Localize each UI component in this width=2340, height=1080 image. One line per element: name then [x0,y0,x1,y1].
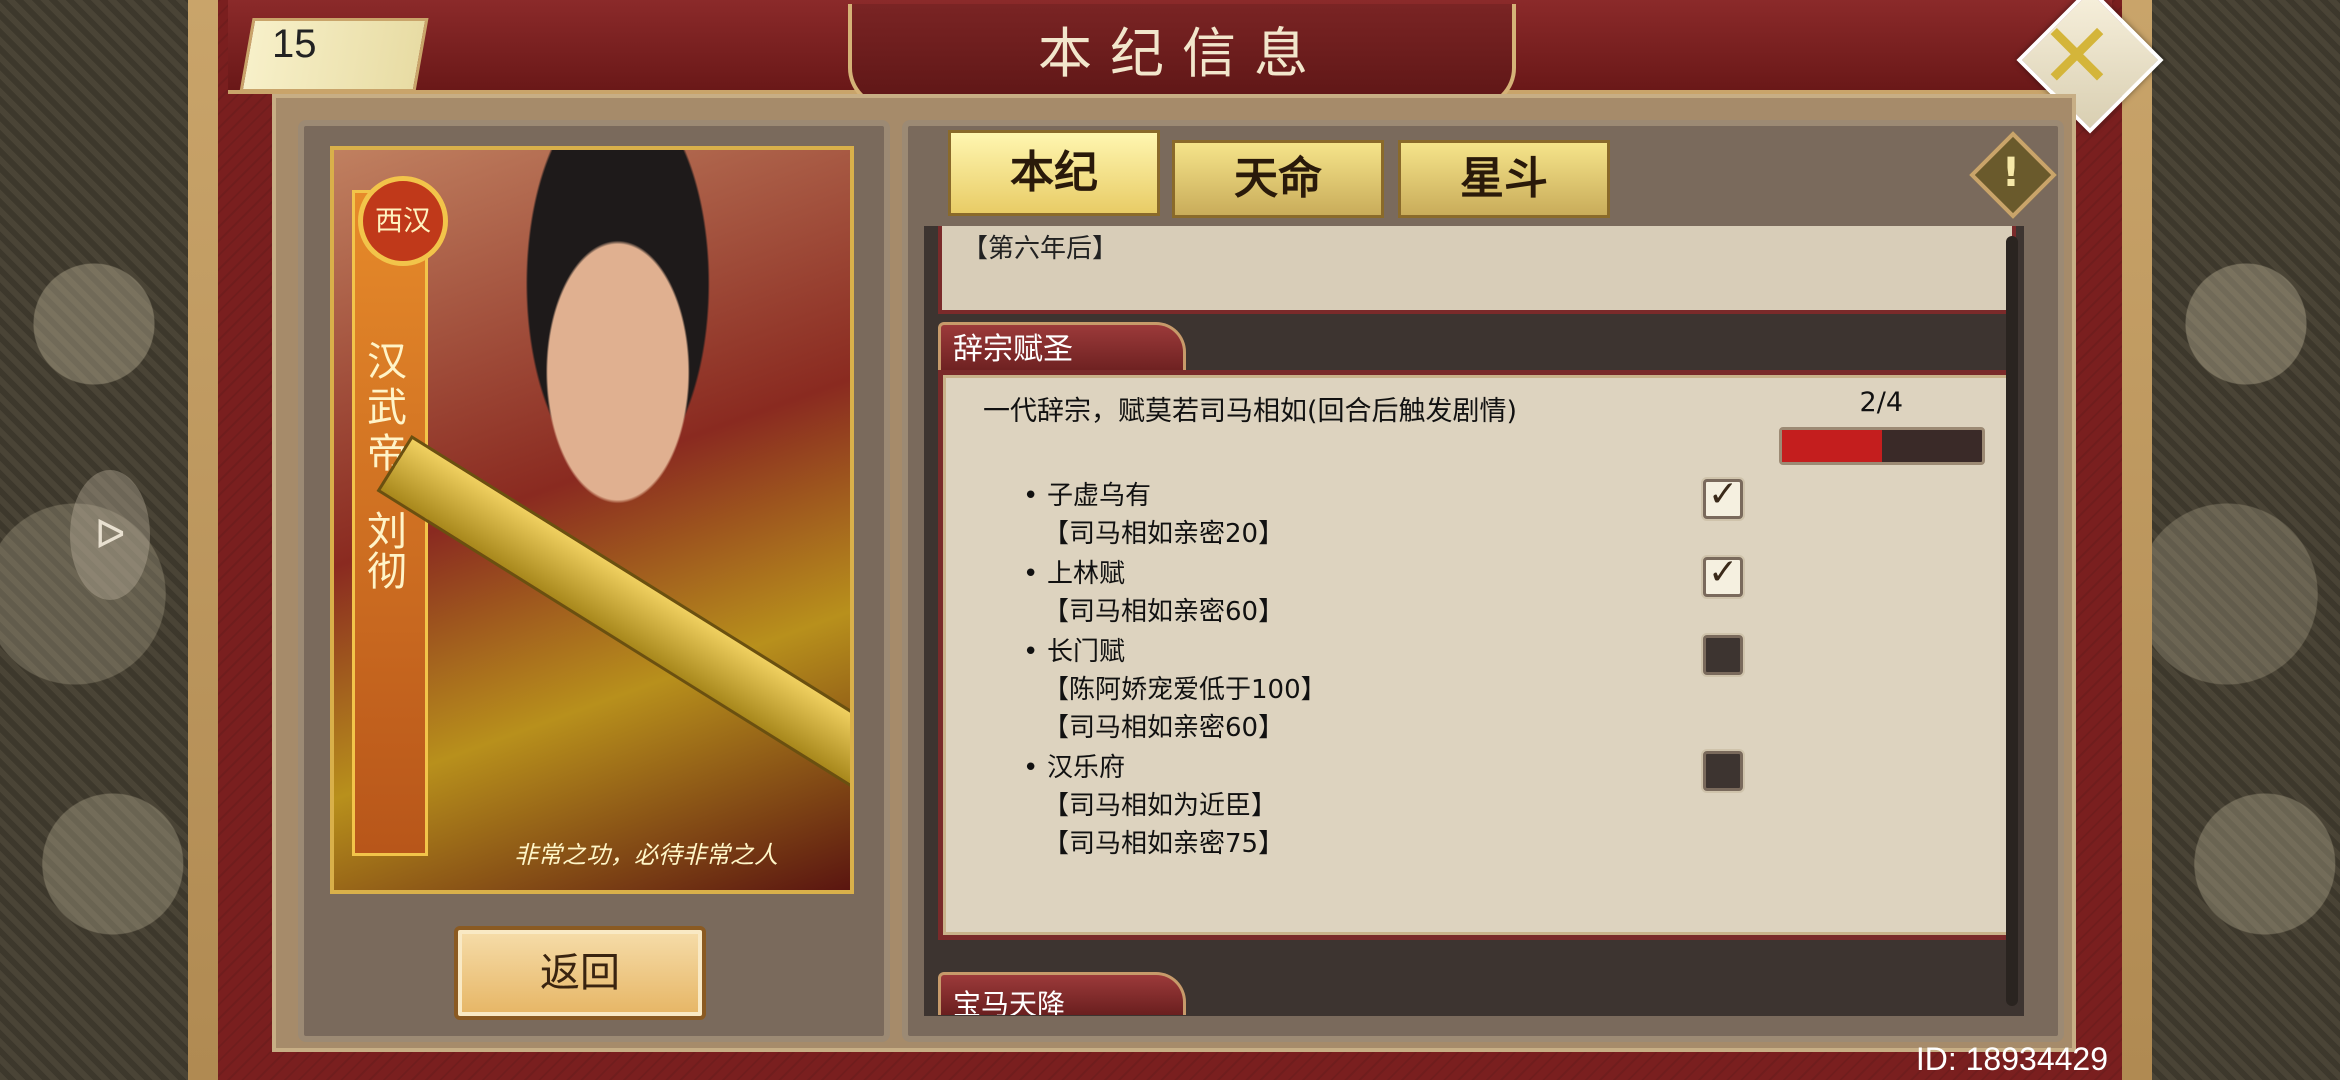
quest-progress-fill [1782,430,1882,462]
section-title: 辞宗赋圣 [938,322,1186,375]
tab-tianming[interactable]: 天命 [1172,140,1384,218]
title-plate: 本纪信息 [848,4,1516,108]
page-title: 本纪信息 [1038,22,1326,85]
list-scrollbar[interactable] [2006,236,2018,1006]
quest-item-checkbox: ✓ [1703,552,1743,597]
quest-list[interactable]: 【第六年后】 辞宗赋圣 一代辞宗，赋莫若司马相如(回合后触发剧情) 2/4 • 子… [924,226,2024,1016]
right-dragon-panel [2152,0,2340,1080]
quest-item-checkbox [1703,751,1743,791]
level-badge [239,18,429,92]
level-value: 15 [272,22,317,66]
previous-quest-text: 【第六年后】 [962,234,1119,264]
user-id: ID: 18934429 [1915,1041,2108,1077]
previous-quest-card: 【第六年后】 [938,226,2016,314]
content-area: 西汉 汉武帝 刘彻 非常之功，必待非常之人 返回 本纪 天命 星斗 ! 【第六年… [272,94,2076,1052]
quest-item-requirement: 【司马相如亲密20】 [1043,519,1285,549]
character-name: 刘彻 [360,510,406,590]
quest-item-requirement: 【陈阿娇宠爱低于100】 [1043,675,1327,705]
sword-image [376,435,850,855]
back-button[interactable]: 返回 [454,926,706,1020]
quest-progress-bar [1779,427,1985,465]
side-menu-toggle-icon[interactable]: ᐅ [70,470,150,600]
tab-benji[interactable]: 本纪 [948,130,1160,216]
character-portrait: 西汉 汉武帝 刘彻 非常之功，必待非常之人 [330,146,854,894]
quest-item-requirement: 【司马相如亲密60】 [1043,713,1285,743]
quest-description: 一代辞宗，赋莫若司马相如(回合后触发剧情) [983,396,1518,427]
quest-item: • 子虚乌有 [1023,481,1152,511]
tab-xingdou[interactable]: 星斗 [1398,140,1610,218]
main-frame: 15 本纪信息 ✕ 西汉 汉武帝 刘彻 非常之功，必待非常之人 返回 本纪 天命… [188,0,2164,1080]
dynasty-seal: 西汉 [358,176,448,266]
quest-item-name: 汉乐府 [1047,753,1126,783]
quest-item-checkbox [1703,635,1743,675]
quest-card: 一代辞宗，赋莫若司马相如(回合后触发剧情) 2/4 • 子虚乌有 【司马相如亲密2… [938,370,2018,940]
checkmark-icon: ✓ [1708,474,1739,515]
quest-item-name: 上林赋 [1047,559,1126,589]
checkmark-icon: ✓ [1708,552,1739,593]
quest-item-name: 子虚乌有 [1047,481,1152,511]
quest-item: • 上林赋 [1023,559,1126,589]
next-section-title: 宝马天降 [938,972,1186,1015]
close-x-icon[interactable]: ✕ [2032,12,2122,102]
quest-item-requirement: 【司马相如亲密75】 [1043,829,1285,859]
quest-item-requirement: 【司马相如为近臣】 [1043,791,1278,821]
character-motto: 非常之功，必待非常之人 [514,841,778,869]
left-dragon-panel: ᐅ [0,0,188,1080]
exclamation-icon[interactable]: ! [1984,146,2038,200]
quest-item-name: 长门赋 [1047,637,1126,667]
info-panel: 本纪 天命 星斗 ! 【第六年后】 辞宗赋圣 一代辞宗，赋莫若司马相如(回合后触… [902,120,2064,1042]
quest-item: • 长门赋 [1023,637,1126,667]
quest-item: • 汉乐府 [1023,753,1126,783]
character-panel: 西汉 汉武帝 刘彻 非常之功，必待非常之人 返回 [298,120,890,1042]
quest-item-requirement: 【司马相如亲密60】 [1043,597,1285,627]
quest-item-checkbox: ✓ [1703,474,1743,519]
quest-progress-text: 2/4 [1859,387,1903,418]
